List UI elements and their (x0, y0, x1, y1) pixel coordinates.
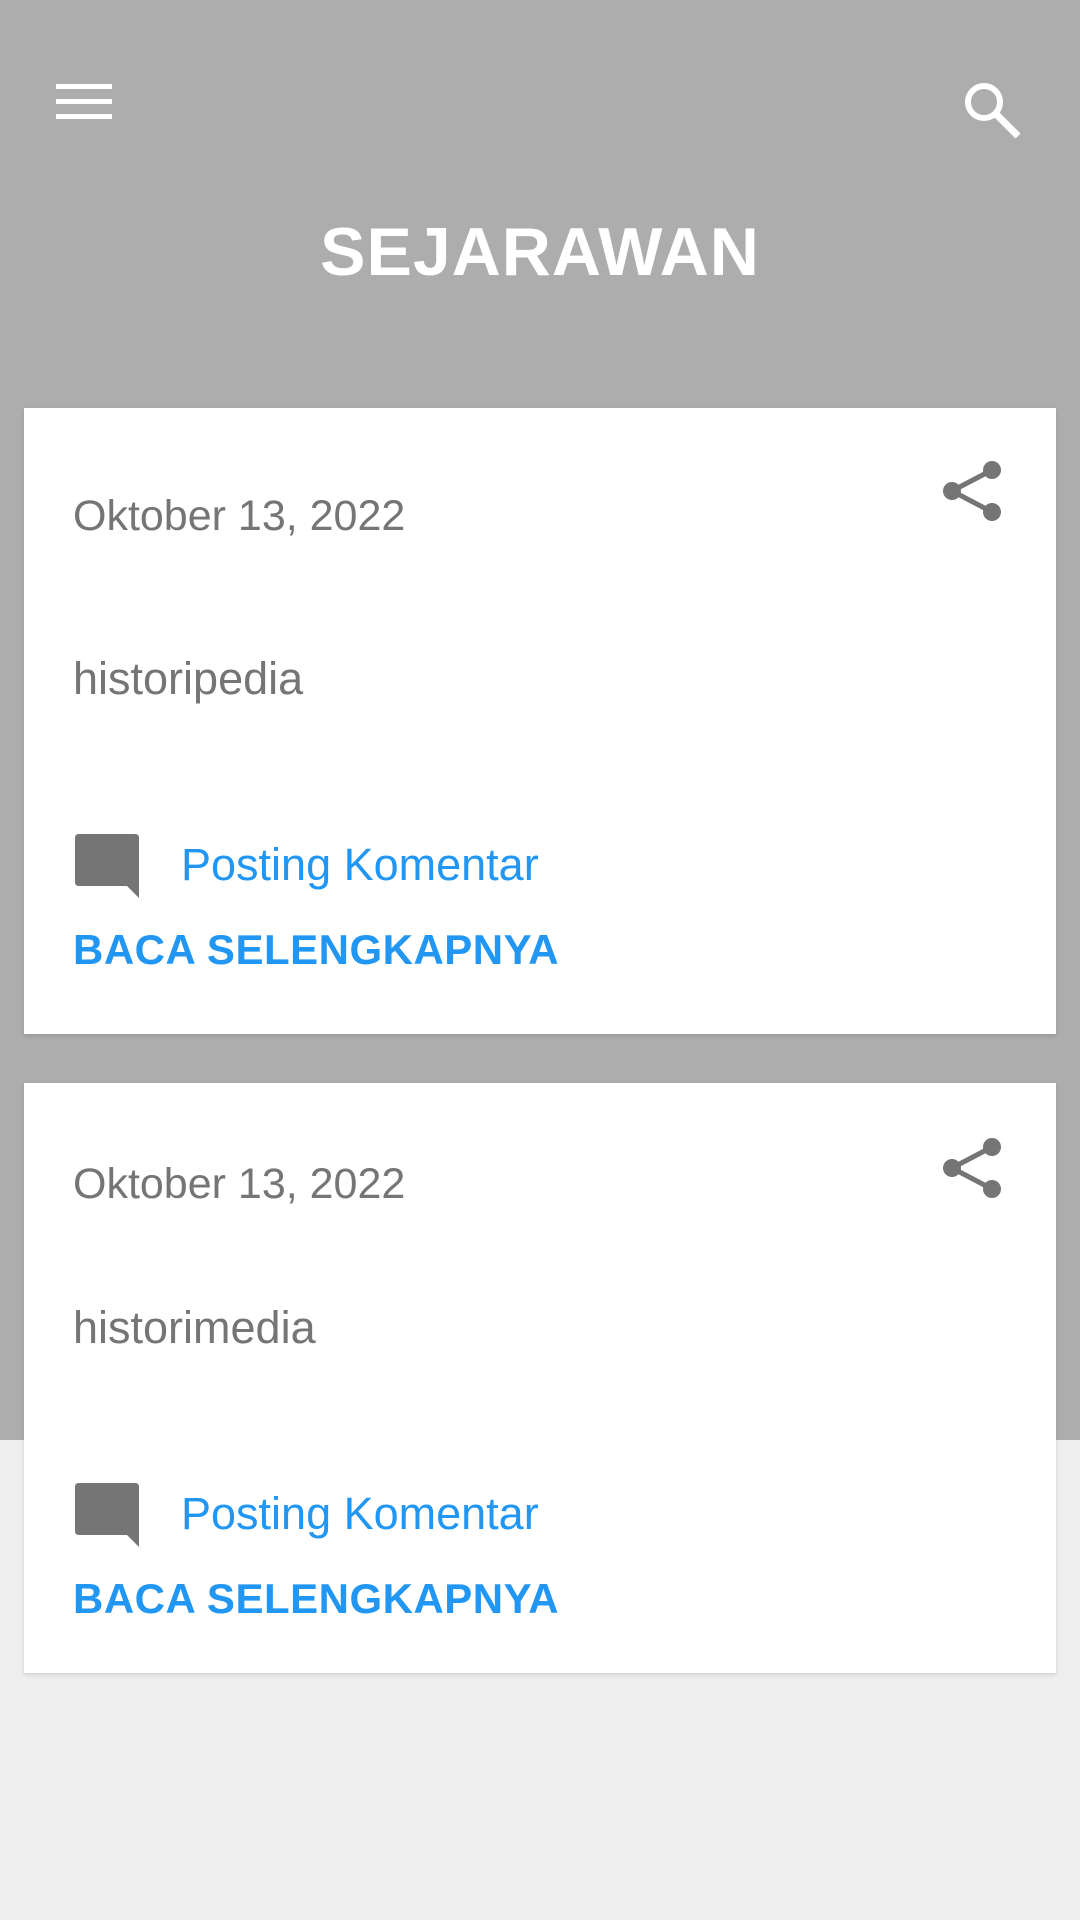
share-icon (943, 461, 1001, 521)
share-icon (943, 1138, 1001, 1198)
post-comment-link[interactable]: Posting Komentar (73, 1479, 539, 1549)
share-button[interactable] (940, 1135, 1006, 1201)
post-comment-link[interactable]: Posting Komentar (73, 830, 539, 900)
post-card: Oktober 13, 2022 historipedia Posting Ko… (24, 408, 1056, 1034)
post-date: Oktober 13, 2022 (73, 492, 406, 540)
post-card: Oktober 13, 2022 historimedia Posting Ko… (24, 1083, 1056, 1673)
comment-icon (75, 834, 139, 898)
comment-label[interactable]: Posting Komentar (181, 1487, 539, 1541)
post-title[interactable]: historimedia (73, 1301, 316, 1355)
comment-icon (75, 1483, 139, 1547)
menu-button[interactable] (52, 78, 116, 128)
blog-title[interactable]: SEJARAWAN (0, 210, 1080, 294)
post-title[interactable]: historipedia (73, 652, 303, 706)
read-more-link[interactable]: BACA SELENGKAPNYA (73, 1573, 559, 1625)
post-date: Oktober 13, 2022 (73, 1160, 406, 1208)
share-button[interactable] (940, 458, 1006, 524)
comment-label[interactable]: Posting Komentar (181, 838, 539, 892)
read-more-link[interactable]: BACA SELENGKAPNYA (73, 924, 559, 976)
search-icon (965, 83, 1021, 139)
hamburger-menu-icon (56, 84, 112, 119)
search-button[interactable] (962, 80, 1024, 142)
